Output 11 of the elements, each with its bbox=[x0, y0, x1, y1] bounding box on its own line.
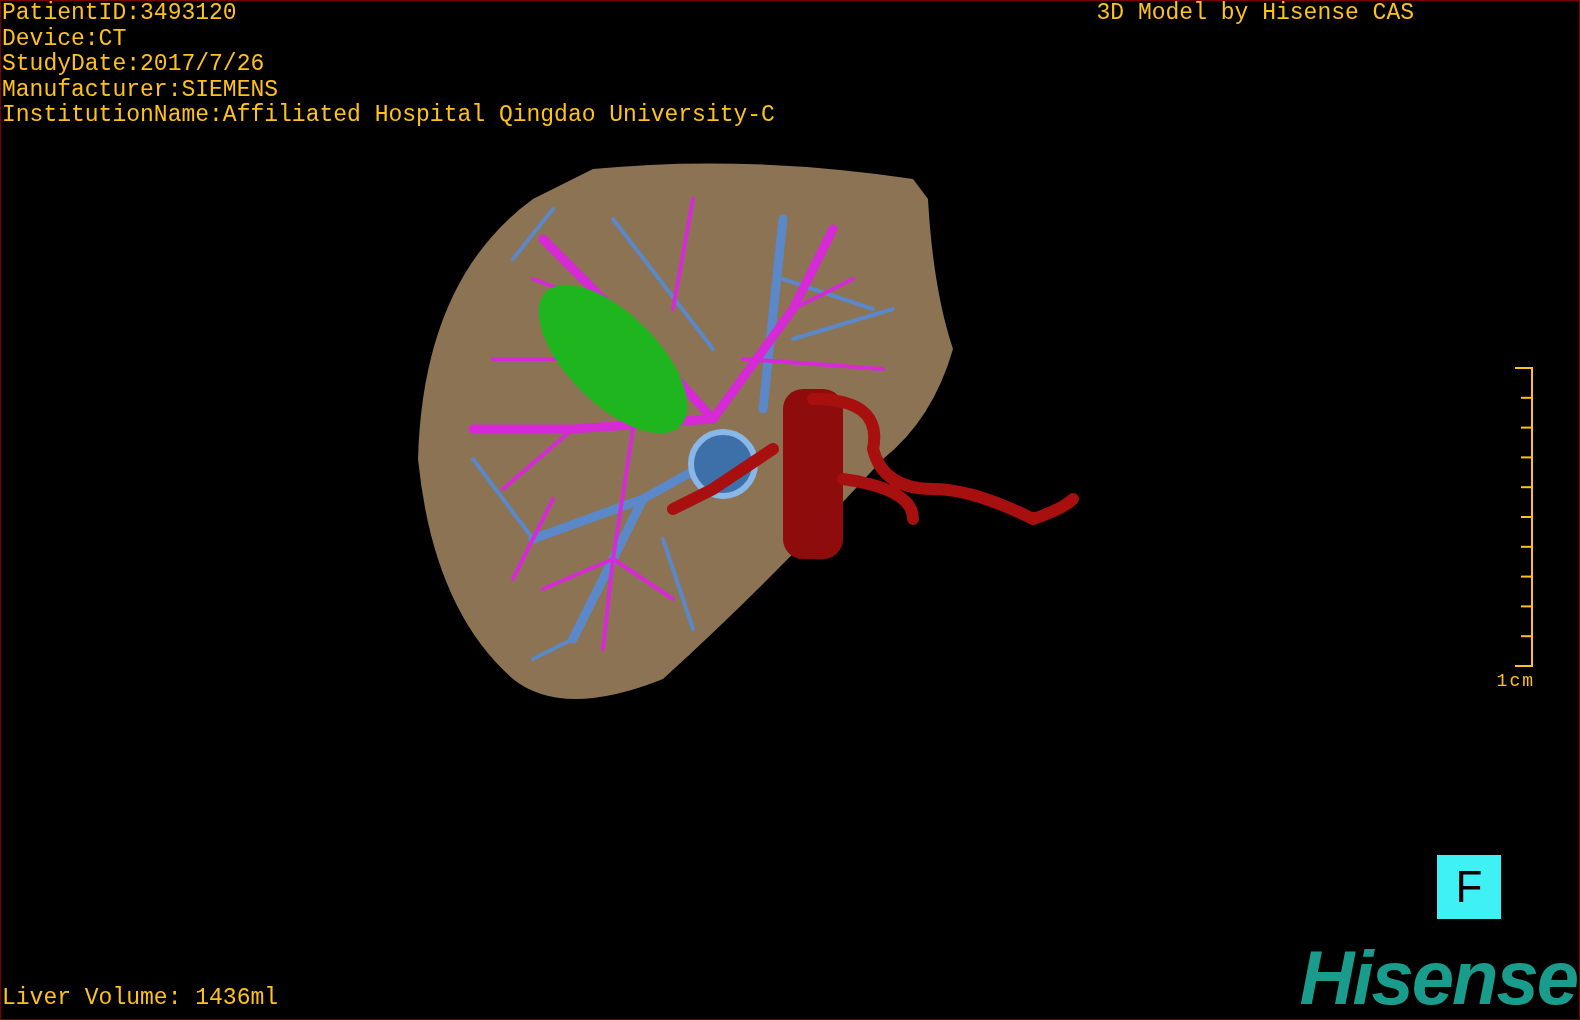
model-credit-text: 3D Model by Hisense CAS bbox=[1096, 1, 1414, 28]
scale-label: 1cm bbox=[1496, 670, 1535, 691]
patient-info-text: PatientID:3493120 bbox=[2, 1, 238, 27]
patient-info-text: Device:CT bbox=[2, 26, 128, 52]
patient-info-text: InstitutionName:Affiliated Hospital Qingdao University-C bbox=[2, 103, 775, 129]
liver-volume-text: Liver Volume: 1436ml bbox=[2, 986, 279, 1011]
orientation-marker[interactable]: F bbox=[1437, 855, 1501, 919]
patient-info-text: StudyDate:2017/7/26 bbox=[2, 52, 266, 78]
scale-bar-icon bbox=[1513, 366, 1535, 667]
patient-info-text: Manufacturer:SIEMENS bbox=[2, 77, 280, 103]
logo: Hisense bbox=[1299, 945, 1577, 1011]
